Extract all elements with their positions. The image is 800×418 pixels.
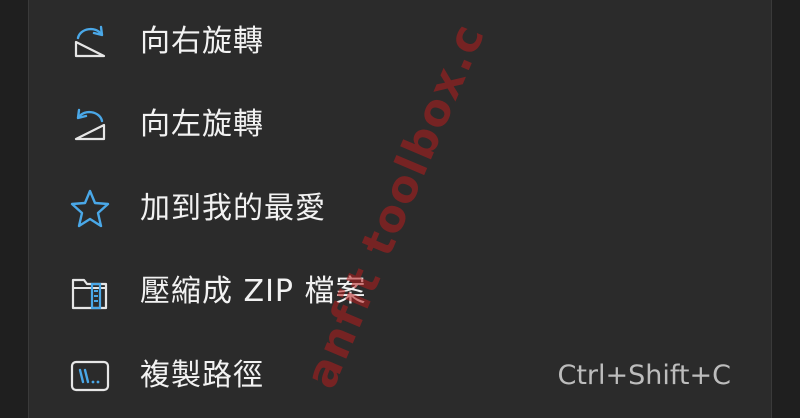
menu-item-rotate-left[interactable]: 向左旋轉 bbox=[29, 94, 771, 156]
menu-item-label: 向右旋轉 bbox=[140, 24, 264, 59]
menu-item-label: 壓縮成 ZIP 檔案 bbox=[140, 274, 367, 309]
menu-item-rotate-right[interactable]: 向右旋轉 bbox=[29, 11, 771, 73]
menu-item-label: 加到我的最愛 bbox=[140, 191, 326, 226]
keyboard-shortcut: Ctrl+Shift+C bbox=[557, 360, 731, 391]
context-menu: 向右旋轉 向左旋轉 加到我的最愛 壓縮成 ZIP 檔案 複製路徑 Ctrl+Sh… bbox=[28, 0, 772, 418]
desktop: 向右旋轉 向左旋轉 加到我的最愛 壓縮成 ZIP 檔案 複製路徑 Ctrl+Sh… bbox=[0, 0, 800, 418]
copy-path-icon bbox=[67, 353, 113, 399]
rotate-left-icon bbox=[67, 102, 113, 148]
menu-item-label: 複製路徑 bbox=[140, 358, 264, 393]
zip-folder-icon bbox=[67, 269, 113, 315]
menu-item-label: 向左旋轉 bbox=[140, 107, 264, 142]
star-icon bbox=[67, 186, 113, 232]
menu-item-copy-path[interactable]: 複製路徑 Ctrl+Shift+C bbox=[29, 345, 771, 407]
rotate-right-icon bbox=[67, 19, 113, 65]
menu-item-add-to-favorites[interactable]: 加到我的最愛 bbox=[29, 178, 771, 240]
menu-item-compress-zip[interactable]: 壓縮成 ZIP 檔案 bbox=[29, 261, 771, 323]
